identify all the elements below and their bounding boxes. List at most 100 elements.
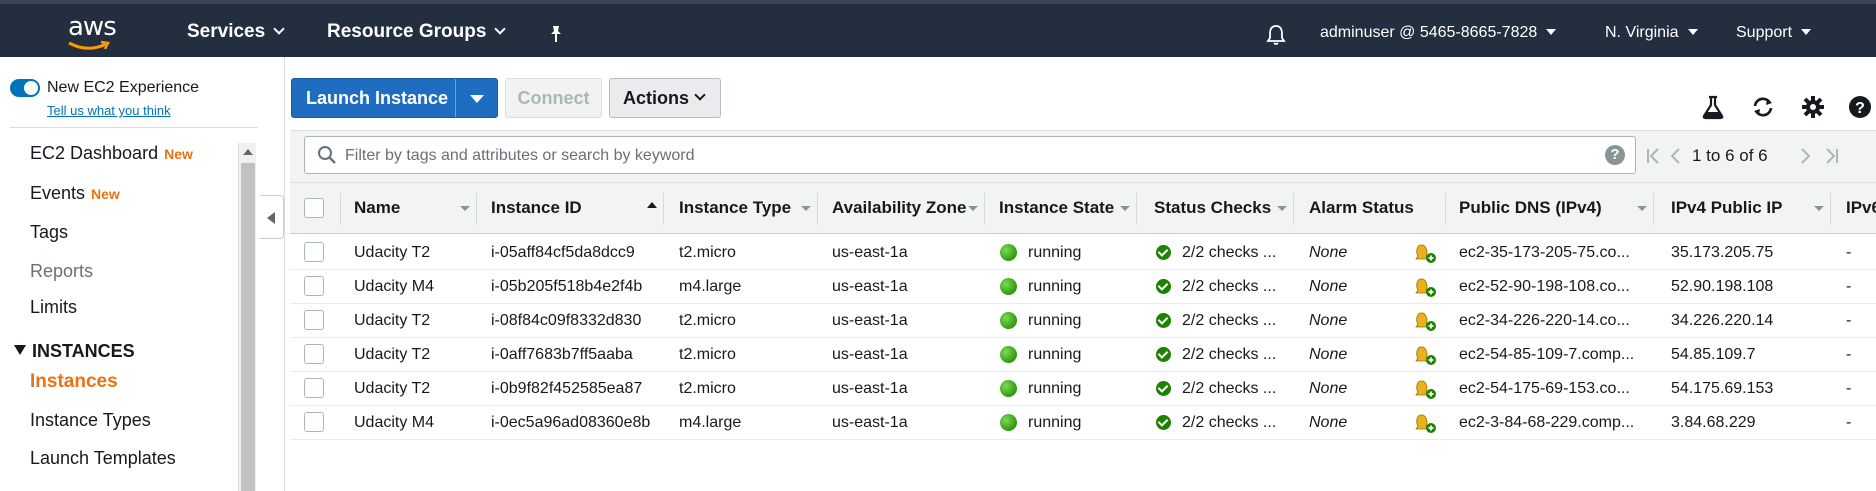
alarm-add-icon[interactable] (1413, 343, 1437, 367)
column-divider (663, 193, 664, 225)
sidebar-item-label: Events (30, 183, 86, 203)
caret-down-icon[interactable] (470, 95, 484, 103)
sidebar-item-tags[interactable]: Tags (30, 222, 68, 243)
column-header-availability-zone[interactable]: Availability Zone (832, 198, 966, 218)
caret-down-icon (1687, 29, 1698, 35)
column-header-instance-state[interactable]: Instance State (999, 198, 1114, 218)
sort-caret-icon[interactable] (801, 206, 811, 211)
row-checkbox[interactable] (304, 242, 324, 262)
pin-icon[interactable] (548, 25, 564, 43)
alarm-add-icon[interactable] (1413, 275, 1437, 299)
running-status-icon (1000, 244, 1017, 261)
new-experience-toggle[interactable] (10, 79, 40, 97)
cell-public-dns: ec2-54-175-69-153.co... (1459, 380, 1630, 397)
column-divider (476, 193, 477, 225)
cell-status-checks[interactable]: 2/2 checks ... (1182, 278, 1292, 296)
account-menu[interactable]: adminuser @ 5465-8665-7828 (1320, 24, 1557, 42)
connect-button[interactable]: Connect (505, 78, 602, 118)
alarm-add-icon[interactable] (1413, 377, 1437, 401)
feedback-link[interactable]: Tell us what you think (47, 103, 171, 118)
select-all-checkbox[interactable] (304, 198, 324, 218)
section-heading-label: INSTANCES (32, 341, 135, 361)
cell-status-checks[interactable]: 2/2 checks ... (1182, 380, 1292, 398)
column-header-ipv6[interactable]: IPv6 (1846, 198, 1876, 218)
last-page-icon[interactable] (1821, 143, 1841, 169)
next-page-icon[interactable] (1797, 143, 1813, 169)
previous-page-icon[interactable] (1668, 143, 1684, 169)
new-experience-label: New EC2 Experience (47, 79, 200, 96)
refresh-icon[interactable] (1750, 94, 1776, 120)
column-header-alarm-status[interactable]: Alarm Status (1309, 198, 1414, 218)
row-checkbox[interactable] (304, 344, 324, 364)
launch-instance-button[interactable]: Launch Instance (291, 78, 498, 118)
sidebar-item-instances[interactable]: Instances (30, 371, 118, 393)
alarm-add-icon[interactable] (1413, 411, 1437, 435)
cell-status-checks[interactable]: 2/2 checks ... (1182, 312, 1292, 330)
flask-icon[interactable] (1700, 94, 1726, 120)
resource-groups-menu[interactable]: Resource Groups (327, 21, 507, 43)
column-header-instance-id[interactable]: Instance ID (491, 198, 582, 218)
bell-icon[interactable] (1266, 24, 1286, 46)
sort-caret-icon[interactable] (1120, 206, 1130, 211)
cell-instance-type: m4.large (679, 414, 742, 431)
support-menu[interactable]: Support (1736, 24, 1812, 42)
table-row[interactable]: Udacity M4 i-0ec5a96ad08360e8b m4.large us-… (290, 406, 1876, 440)
sidebar-item-reports[interactable]: Reports (30, 261, 93, 282)
cell-public-dns: ec2-54-85-109-7.comp... (1459, 346, 1635, 363)
sort-ascending-icon[interactable] (647, 202, 657, 208)
cell-name: Udacity M4 (354, 414, 435, 431)
row-checkbox[interactable] (304, 412, 324, 432)
first-page-icon[interactable] (1644, 143, 1664, 169)
svg-text:?: ? (1855, 100, 1865, 117)
row-checkbox[interactable] (304, 378, 324, 398)
scroll-up-icon[interactable] (243, 149, 253, 155)
table-row[interactable]: Udacity T2 i-0aff7683b7ff5aaba t2.micro us-… (290, 338, 1876, 372)
alarm-add-icon[interactable] (1413, 309, 1437, 333)
column-header-ipv4-public-ip[interactable]: IPv4 Public IP (1671, 198, 1783, 218)
sort-caret-icon[interactable] (1637, 206, 1647, 211)
sidebar-item-instance-types[interactable]: Instance Types (30, 410, 151, 431)
aws-logo[interactable]: aws (66, 12, 122, 52)
row-checkbox[interactable] (304, 310, 324, 330)
alarm-add-icon[interactable] (1413, 241, 1437, 265)
row-checkbox[interactable] (304, 276, 324, 296)
cell-ipv4-public-ip: 35.173.205.75 (1671, 244, 1774, 261)
search-help-icon[interactable]: ? (1605, 145, 1625, 165)
sidebar-item-limits[interactable]: Limits (30, 297, 77, 318)
cell-instance-id: i-0aff7683b7ff5aaba (491, 346, 633, 363)
cell-instance-type: t2.micro (679, 312, 736, 329)
services-menu[interactable]: Services (187, 21, 285, 43)
filter-search-input[interactable]: Filter by tags and attributes or search … (304, 136, 1636, 174)
cell-status-checks[interactable]: 2/2 checks ... (1182, 244, 1292, 262)
button-split-divider (455, 79, 456, 117)
table-row[interactable]: Udacity M4 i-05b205f518b4e2f4b m4.large us-… (290, 270, 1876, 304)
sort-caret-icon[interactable] (1814, 206, 1824, 211)
check-passed-icon (1156, 347, 1171, 362)
help-icon[interactable]: ? (1847, 94, 1873, 120)
cell-instance-id: i-0ec5a96ad08360e8b (491, 414, 651, 431)
column-header-name[interactable]: Name (354, 198, 400, 218)
sort-caret-icon[interactable] (1277, 206, 1287, 211)
sidebar-scrollbar[interactable] (238, 143, 256, 491)
scrollbar-thumb[interactable] (241, 163, 255, 491)
cell-status-checks[interactable]: 2/2 checks ... (1182, 346, 1292, 364)
column-header-status-checks[interactable]: Status Checks (1154, 198, 1271, 218)
actions-button[interactable]: Actions (609, 78, 721, 118)
region-menu[interactable]: N. Virginia (1605, 24, 1698, 42)
column-header-public-dns[interactable]: Public DNS (IPv4) (1459, 198, 1602, 218)
column-header-instance-type[interactable]: Instance Type (679, 198, 791, 218)
actions-label: Actions (622, 88, 690, 108)
sort-caret-icon[interactable] (460, 206, 470, 211)
cell-ipv6: - (1846, 346, 1852, 363)
table-row[interactable]: Udacity T2 i-05aff84cf5da8dcc9 t2.micro us-… (290, 236, 1876, 270)
sort-caret-icon[interactable] (968, 206, 978, 211)
sidebar-item-ec2-dashboard[interactable]: EC2 Dashboard New (30, 143, 193, 164)
collapse-sidebar-button[interactable] (260, 195, 284, 239)
table-row[interactable]: Udacity T2 i-0b9f82f452585ea87 t2.micro us-… (290, 372, 1876, 406)
cell-status-checks[interactable]: 2/2 checks ... (1182, 414, 1292, 432)
instances-section-heading[interactable]: INSTANCES (14, 341, 135, 362)
gear-icon[interactable] (1800, 94, 1826, 120)
sidebar-item-events[interactable]: Events New (30, 183, 120, 204)
sidebar-item-launch-templates[interactable]: Launch Templates (30, 448, 176, 469)
table-row[interactable]: Udacity T2 i-08f84c09f8332d830 t2.micro us-… (290, 304, 1876, 338)
